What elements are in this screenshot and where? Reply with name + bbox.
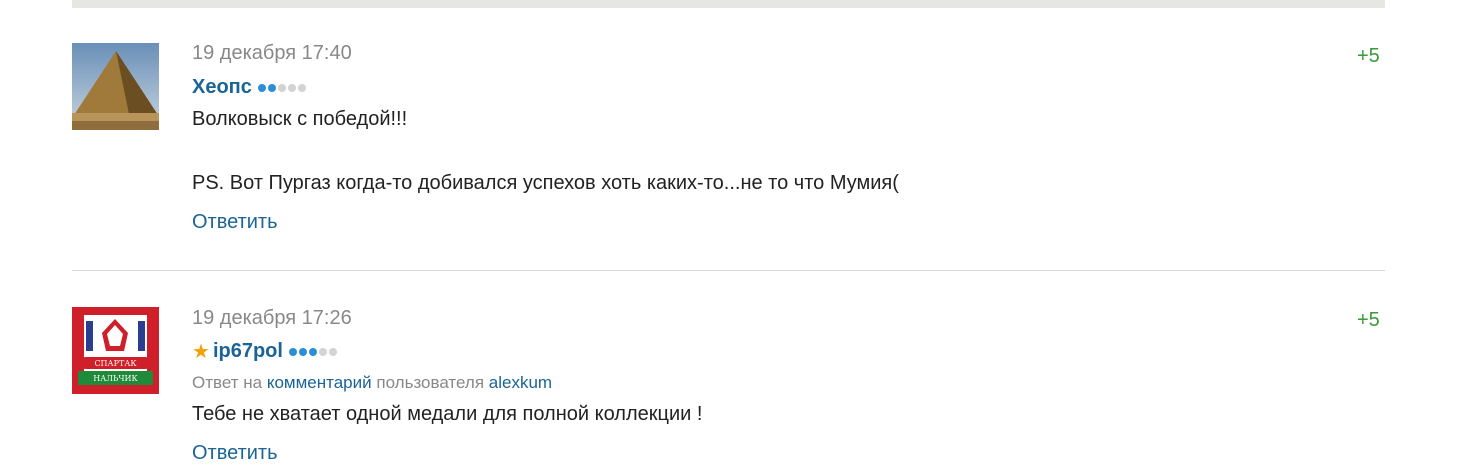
rating-dot-filled [288, 347, 297, 356]
logo-text-bottom: НАЛЬЧИК [93, 374, 138, 383]
reply-link[interactable]: Ответить [192, 211, 278, 234]
reply-to-info: Ответ на комментарий пользователя alexku… [192, 373, 552, 393]
user-rating-dots [257, 83, 306, 92]
comment-date: 19 декабря 17:40 [192, 42, 352, 64]
rating-dot-empty [297, 83, 306, 92]
comment-score: +5 [1357, 45, 1380, 67]
comment-text-line: PS. Вот Пургаз когда-то добивался успехо… [192, 172, 899, 194]
pyramid-avatar-image [72, 43, 159, 130]
logo-text-top: СПАРТАК [94, 359, 137, 368]
parent-comment-link[interactable]: комментарий [267, 373, 372, 392]
comment-date: 19 декабря 17:26 [192, 307, 352, 329]
author-link[interactable]: Хеопс [192, 76, 252, 99]
author-link[interactable]: ip67pol [213, 340, 283, 363]
comment-divider [72, 270, 1385, 271]
avatar[interactable] [72, 43, 159, 130]
reply-to-prefix: Ответ на [192, 373, 263, 392]
rating-dot-empty [318, 347, 327, 356]
comment-text-line: Волковыск с победой!!! [192, 108, 408, 130]
rating-dot-filled [267, 83, 276, 92]
comment-text: Тебе не хватает одной медали для полной … [192, 403, 703, 425]
avatar[interactable]: СПАРТАК НАЛЬЧИК [72, 307, 159, 394]
rating-dot-filled [308, 347, 317, 356]
rating-dot-empty [328, 347, 337, 356]
top-separator-bar [72, 0, 1385, 8]
rating-dot-empty [277, 83, 286, 92]
author-line: ★ ip67pol [192, 340, 337, 363]
star-icon: ★ [192, 340, 210, 363]
club-logo-avatar-image: СПАРТАК НАЛЬЧИК [72, 307, 159, 394]
author-line: Хеопс [192, 76, 306, 99]
parent-user-link[interactable]: alexkum [489, 373, 552, 392]
rating-dot-filled [257, 83, 266, 92]
user-rating-dots [288, 347, 337, 356]
rating-dot-empty [287, 83, 296, 92]
reply-to-middle: пользователя [376, 373, 485, 392]
comment-score: +5 [1357, 309, 1380, 331]
rating-dot-filled [298, 347, 307, 356]
